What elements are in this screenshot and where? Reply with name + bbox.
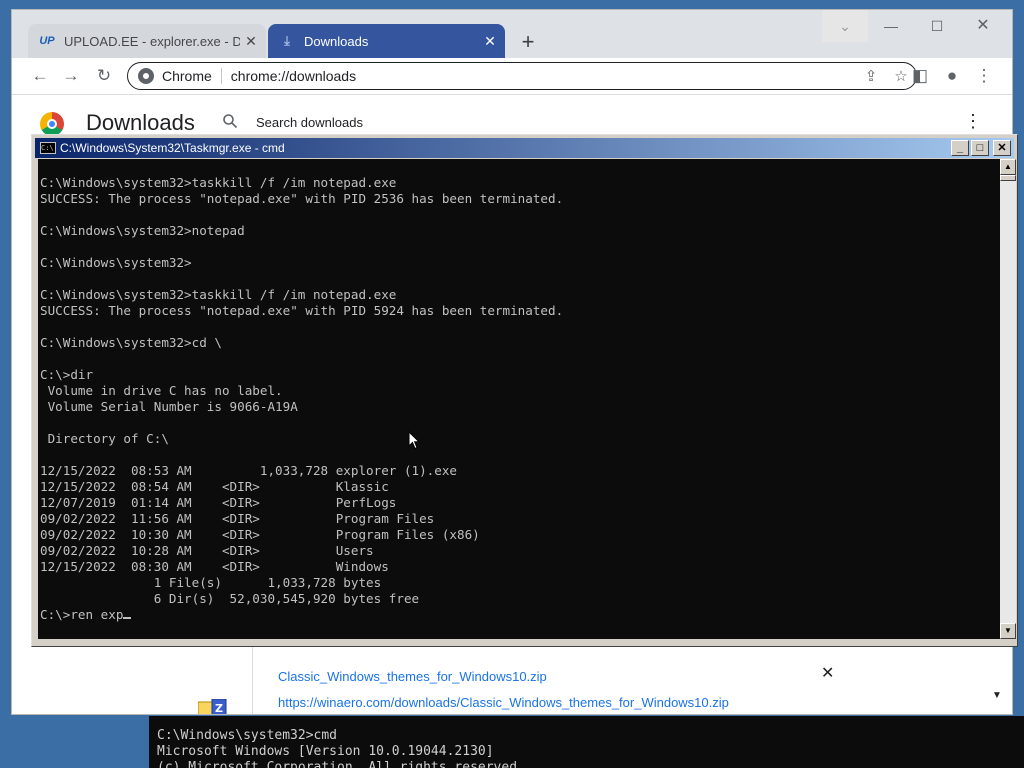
tab-title: UPLOAD.EE - explorer.exe - Dow — [64, 33, 240, 49]
profile-avatar-icon[interactable]: ● — [938, 62, 966, 90]
page-title: Downloads — [86, 110, 195, 135]
chrome-logo-icon — [40, 112, 64, 136]
tab-search-dropdown-icon[interactable]: ⌄ — [822, 10, 868, 42]
browser-toolbar: ← → ↻ Chrome chrome://downloads ⇪ ☆ ◧ ● … — [12, 58, 1012, 95]
console-app-icon: C:\ — [40, 142, 56, 154]
cmd-window-title: C:\Windows\System32\Taskmgr.exe - cmd — [60, 141, 285, 155]
download-file-link[interactable]: Classic_Windows_themes_for_Windows10.zip — [278, 669, 547, 684]
tab-downloads[interactable]: ⤓ Downloads ✕ — [268, 24, 505, 58]
minimize-button[interactable]: — — [868, 10, 914, 42]
back-arrow-icon[interactable]: ← — [26, 62, 54, 90]
scroll-down-arrow-icon[interactable]: ▼ — [1000, 623, 1016, 639]
upload-ee-favicon-icon: UP — [39, 35, 55, 47]
more-actions-icon[interactable]: ⋮ — [964, 111, 982, 132]
close-button[interactable]: ✕ — [960, 10, 1006, 42]
forward-arrow-icon[interactable]: → — [57, 62, 85, 90]
remove-download-close-icon[interactable]: ✕ — [821, 663, 834, 683]
console-prompt-input[interactable]: C:\>ren exp — [40, 607, 123, 622]
chrome-chip-icon — [138, 68, 154, 84]
side-panel-icon[interactable]: ◧ — [906, 62, 934, 90]
cmd-window: C:\ C:\Windows\System32\Taskmgr.exe - cm… — [31, 134, 1018, 647]
zip-file-icon: Z — [197, 698, 228, 715]
site-chip-label: Chrome — [162, 68, 222, 84]
menu-dots-icon[interactable]: ⋮ — [970, 62, 998, 90]
scroll-down-arrow-icon[interactable]: ▼ — [992, 690, 1002, 701]
console-output: C:\Windows\system32>taskkill /f /im note… — [40, 175, 564, 606]
reload-icon[interactable]: ↻ — [90, 62, 118, 90]
cmd-minimize-button[interactable]: _ — [951, 140, 969, 156]
tab-title: Downloads — [304, 33, 369, 49]
cmd-title-bar[interactable]: C:\ C:\Windows\System32\Taskmgr.exe - cm… — [35, 138, 1014, 158]
scroll-up-arrow-icon[interactable]: ▲ — [1000, 159, 1016, 175]
vertical-scrollbar[interactable]: ▲ ▼ — [1000, 159, 1016, 639]
search-icon[interactable] — [222, 113, 238, 134]
tab-strip: UP UPLOAD.EE - explorer.exe - Dow ✕ ⤓ Do… — [12, 10, 1012, 58]
download-icon: ⤓ — [284, 33, 290, 48]
tab-upload-ee[interactable]: UP UPLOAD.EE - explorer.exe - Dow ✕ — [28, 24, 266, 58]
new-tab-button[interactable]: + — [514, 28, 542, 56]
scrollbar-thumb[interactable] — [1000, 175, 1016, 181]
svg-text:Z: Z — [215, 702, 223, 715]
maximize-button[interactable]: ☐ — [914, 10, 960, 42]
mouse-pointer-icon — [408, 430, 421, 455]
background-console: C:\Windows\system32>cmd Microsoft Window… — [149, 716, 1024, 768]
address-bar[interactable]: Chrome chrome://downloads ⇪ ☆ — [127, 62, 917, 90]
download-item: Classic_Windows_themes_for_Windows10.zip… — [252, 647, 1003, 714]
cmd-close-button[interactable]: ✕ — [993, 140, 1011, 156]
downloads-header: Downloads Search downloads ⋮ — [12, 95, 1012, 136]
share-icon[interactable]: ⇪ — [856, 67, 886, 85]
search-downloads-input[interactable]: Search downloads — [256, 115, 363, 130]
tab-close-icon[interactable]: ✕ — [240, 33, 262, 50]
text-cursor — [123, 617, 132, 619]
console-screen[interactable]: C:\Windows\system32>taskkill /f /im note… — [38, 159, 1000, 639]
tab-close-icon[interactable]: ✕ — [479, 33, 501, 50]
background-console-text: C:\Windows\system32>cmd Microsoft Window… — [157, 728, 525, 768]
download-source-url[interactable]: https://winaero.com/downloads/Classic_Wi… — [278, 695, 729, 710]
url-text[interactable]: chrome://downloads — [231, 68, 856, 84]
cmd-maximize-button[interactable]: □ — [971, 140, 989, 156]
